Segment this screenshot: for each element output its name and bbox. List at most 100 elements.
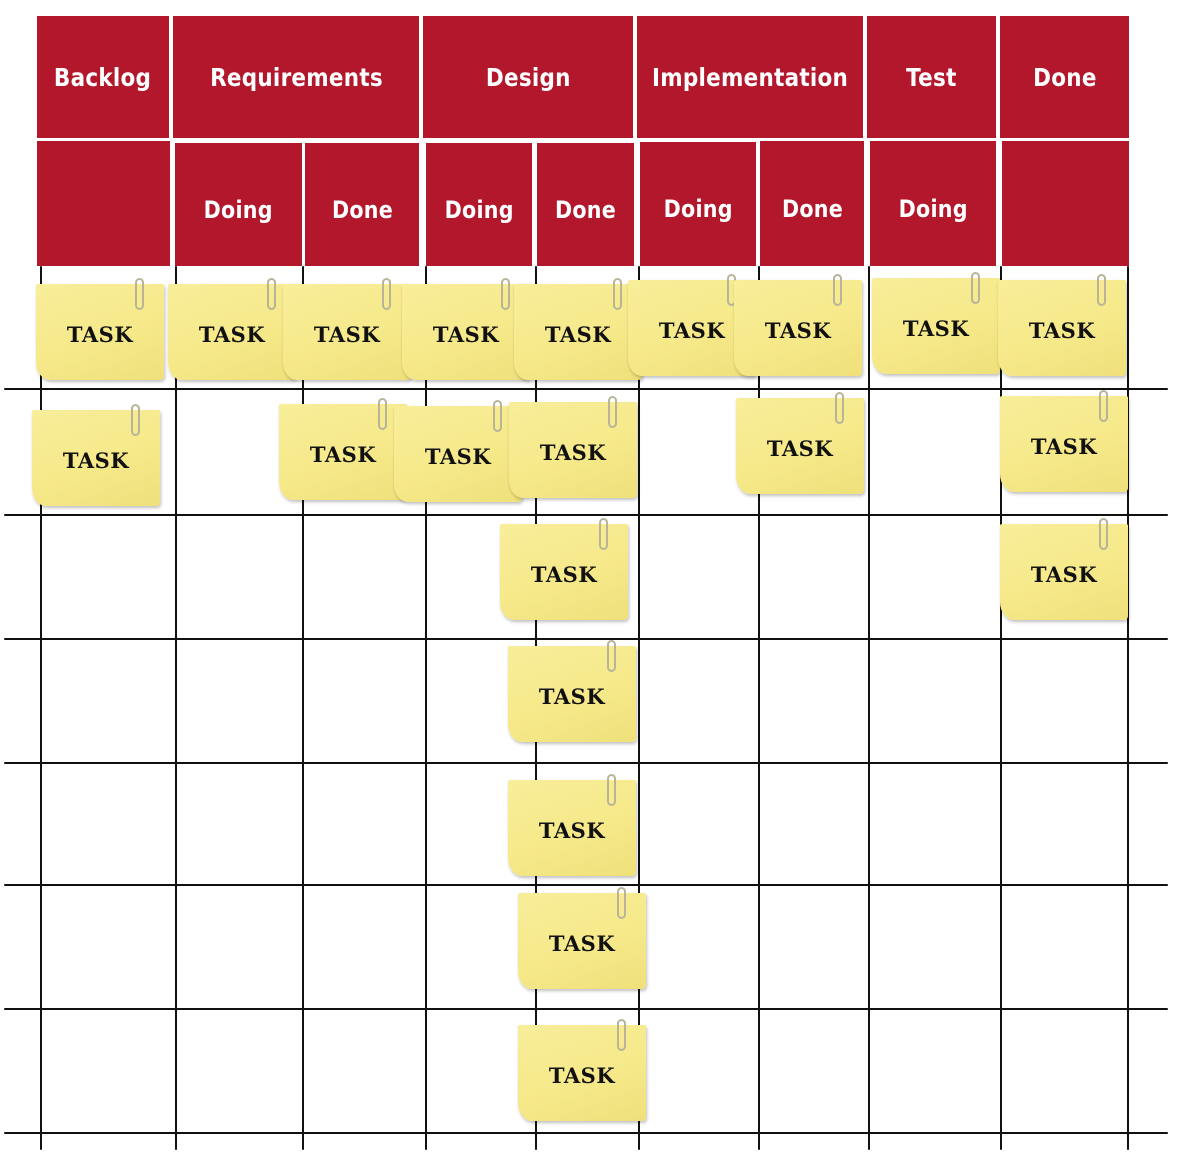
column-header-label: Done bbox=[1032, 62, 1097, 92]
task-card[interactable]: TASK bbox=[1000, 390, 1128, 492]
task-card-label: TASK bbox=[424, 443, 492, 469]
subheader-design-done: Done bbox=[537, 143, 634, 266]
paperclip-icon bbox=[833, 274, 842, 306]
subheader-label: Doing bbox=[663, 195, 733, 223]
paperclip-icon bbox=[135, 278, 144, 310]
grid-column-line bbox=[40, 266, 42, 1150]
column-header-implementation: Implementation bbox=[637, 16, 863, 138]
paperclip-icon bbox=[267, 278, 276, 310]
task-card-label: TASK bbox=[530, 561, 598, 587]
subheader-design-doing: Doing bbox=[426, 143, 532, 266]
subheader-backlog bbox=[37, 141, 170, 266]
column-header-label: Implementation bbox=[651, 62, 849, 92]
grid-column-line bbox=[638, 266, 640, 1150]
task-card-label: TASK bbox=[1030, 561, 1098, 587]
task-card[interactable]: TASK bbox=[508, 640, 636, 742]
grid-row-line bbox=[4, 884, 1168, 886]
task-card-label: TASK bbox=[309, 441, 377, 467]
paperclip-icon bbox=[971, 272, 980, 304]
kanban-board: Backlog Requirements Design Implementati… bbox=[0, 0, 1184, 1166]
grid-row-line bbox=[4, 1132, 1168, 1134]
task-card[interactable]: TASK bbox=[36, 278, 164, 380]
task-card[interactable]: TASK bbox=[279, 398, 407, 500]
subheader-test-doing: Doing bbox=[870, 141, 996, 266]
task-card[interactable]: TASK bbox=[402, 278, 530, 380]
task-card[interactable]: TASK bbox=[168, 278, 296, 380]
paperclip-icon bbox=[608, 396, 617, 428]
grid-row-line bbox=[4, 388, 1168, 390]
subheader-label: Doing bbox=[898, 194, 968, 223]
task-card-label: TASK bbox=[658, 317, 726, 343]
task-card[interactable]: TASK bbox=[32, 404, 160, 506]
task-card[interactable]: TASK bbox=[518, 1019, 646, 1121]
column-header-done: Done bbox=[1000, 16, 1129, 138]
paperclip-icon bbox=[613, 278, 622, 310]
paperclip-icon bbox=[1097, 274, 1106, 306]
subheader-implementation-done: Done bbox=[760, 141, 864, 266]
paperclip-icon bbox=[378, 398, 387, 430]
grid-column-line bbox=[868, 266, 870, 1150]
task-card-label: TASK bbox=[548, 930, 616, 956]
task-card-label: TASK bbox=[544, 321, 612, 347]
paperclip-icon bbox=[617, 1019, 626, 1051]
task-card-label: TASK bbox=[432, 321, 500, 347]
subheader-requirements-done: Done bbox=[305, 143, 419, 266]
task-card[interactable]: TASK bbox=[736, 392, 864, 494]
task-card[interactable]: TASK bbox=[734, 274, 862, 376]
column-header-design: Design bbox=[423, 16, 633, 138]
grid-column-line bbox=[425, 266, 427, 1150]
grid-row-line bbox=[4, 514, 1168, 516]
task-card[interactable]: TASK bbox=[509, 396, 637, 498]
subheader-label: Done bbox=[554, 195, 617, 224]
column-header-backlog: Backlog bbox=[37, 16, 169, 138]
task-card-label: TASK bbox=[538, 683, 606, 709]
task-card-label: TASK bbox=[66, 321, 134, 347]
task-card-label: TASK bbox=[313, 321, 381, 347]
task-card-label: TASK bbox=[198, 321, 266, 347]
task-card[interactable]: TASK bbox=[500, 518, 628, 620]
grid-row-line bbox=[4, 638, 1168, 640]
task-card-label: TASK bbox=[766, 435, 834, 461]
column-header-label: Backlog bbox=[54, 62, 152, 92]
column-header-requirements: Requirements bbox=[173, 16, 419, 138]
column-header-label: Test bbox=[906, 62, 957, 92]
subheader-label: Doing bbox=[444, 195, 514, 224]
paperclip-icon bbox=[607, 640, 616, 672]
subheader-label: Done bbox=[781, 194, 843, 223]
column-header-label: Requirements bbox=[209, 62, 383, 92]
subheader-done bbox=[1002, 141, 1129, 266]
grid-column-line bbox=[302, 266, 304, 1150]
paperclip-icon bbox=[493, 400, 502, 432]
task-card-label: TASK bbox=[1028, 317, 1096, 343]
task-card-label: TASK bbox=[548, 1062, 616, 1088]
task-card-label: TASK bbox=[1030, 433, 1098, 459]
column-header-label: Design bbox=[485, 62, 571, 92]
paperclip-icon bbox=[835, 392, 844, 424]
grid-row-line bbox=[4, 762, 1168, 764]
task-card[interactable]: TASK bbox=[998, 274, 1126, 376]
task-card[interactable]: TASK bbox=[508, 774, 636, 876]
paperclip-icon bbox=[131, 404, 140, 436]
subheader-label: Doing bbox=[203, 195, 274, 224]
task-card-label: TASK bbox=[538, 817, 606, 843]
task-card[interactable]: TASK bbox=[394, 400, 522, 502]
paperclip-icon bbox=[617, 887, 626, 919]
paperclip-icon bbox=[1099, 518, 1108, 550]
paperclip-icon bbox=[382, 278, 391, 310]
subheader-requirements-doing: Doing bbox=[175, 143, 302, 266]
task-card[interactable]: TASK bbox=[283, 278, 411, 380]
paperclip-icon bbox=[599, 518, 608, 550]
column-header-test: Test bbox=[867, 16, 996, 138]
task-card[interactable]: TASK bbox=[1000, 518, 1128, 620]
paperclip-icon bbox=[1099, 390, 1108, 422]
task-card-label: TASK bbox=[62, 447, 130, 473]
paperclip-icon bbox=[501, 278, 510, 310]
grid-column-line bbox=[175, 266, 177, 1150]
task-card[interactable]: TASK bbox=[872, 272, 1000, 374]
subheader-implementation-doing: Doing bbox=[640, 142, 756, 266]
task-card[interactable]: TASK bbox=[518, 887, 646, 989]
grid-row-line bbox=[4, 1008, 1168, 1010]
task-card[interactable]: TASK bbox=[514, 278, 642, 380]
subheader-label: Done bbox=[331, 195, 393, 224]
task-card-label: TASK bbox=[539, 439, 607, 465]
